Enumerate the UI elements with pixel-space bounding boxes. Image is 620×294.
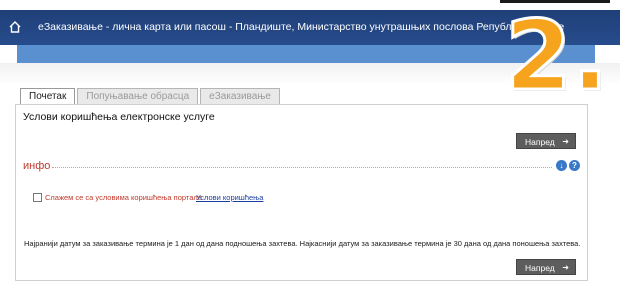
agree-label: Слажем се са условима коришћења портала	[45, 193, 202, 202]
home-icon[interactable]	[8, 20, 22, 34]
next-button-label: Напред	[525, 263, 555, 273]
help-icon[interactable]: ?	[569, 160, 580, 171]
panel-title: Услови коришћења електронске услуге	[23, 111, 215, 123]
next-button-bottom[interactable]: Напред ➜	[516, 259, 576, 275]
header-title: еЗаказивање - лична карта или пасош - Пл…	[38, 21, 565, 33]
tab-ezakazivanje[interactable]: еЗаказивање	[200, 88, 280, 105]
tab-fill-form[interactable]: Попуњавање обрасца	[77, 88, 199, 105]
terms-link[interactable]: Услови коришћења	[196, 193, 263, 202]
download-icon[interactable]: ↓	[556, 160, 567, 171]
booking-date-note: Најранији датум за заказивање термина је…	[24, 239, 581, 248]
arrow-right-icon: ➜	[562, 263, 569, 272]
tab-bar: Почетак Попуњавање обрасца еЗаказивање	[20, 88, 282, 105]
tab-start[interactable]: Почетак	[20, 88, 76, 105]
step-badge: 2.	[503, 0, 609, 112]
info-section-label: инфо	[23, 160, 51, 172]
next-button-label: Напред	[525, 137, 555, 147]
main-panel: Услови коришћења електронске услуге Напр…	[15, 104, 588, 281]
arrow-right-icon: ➜	[562, 137, 569, 146]
next-button-top[interactable]: Напред ➜	[516, 133, 576, 149]
agree-checkbox[interactable]	[33, 193, 42, 202]
info-divider	[52, 167, 552, 168]
